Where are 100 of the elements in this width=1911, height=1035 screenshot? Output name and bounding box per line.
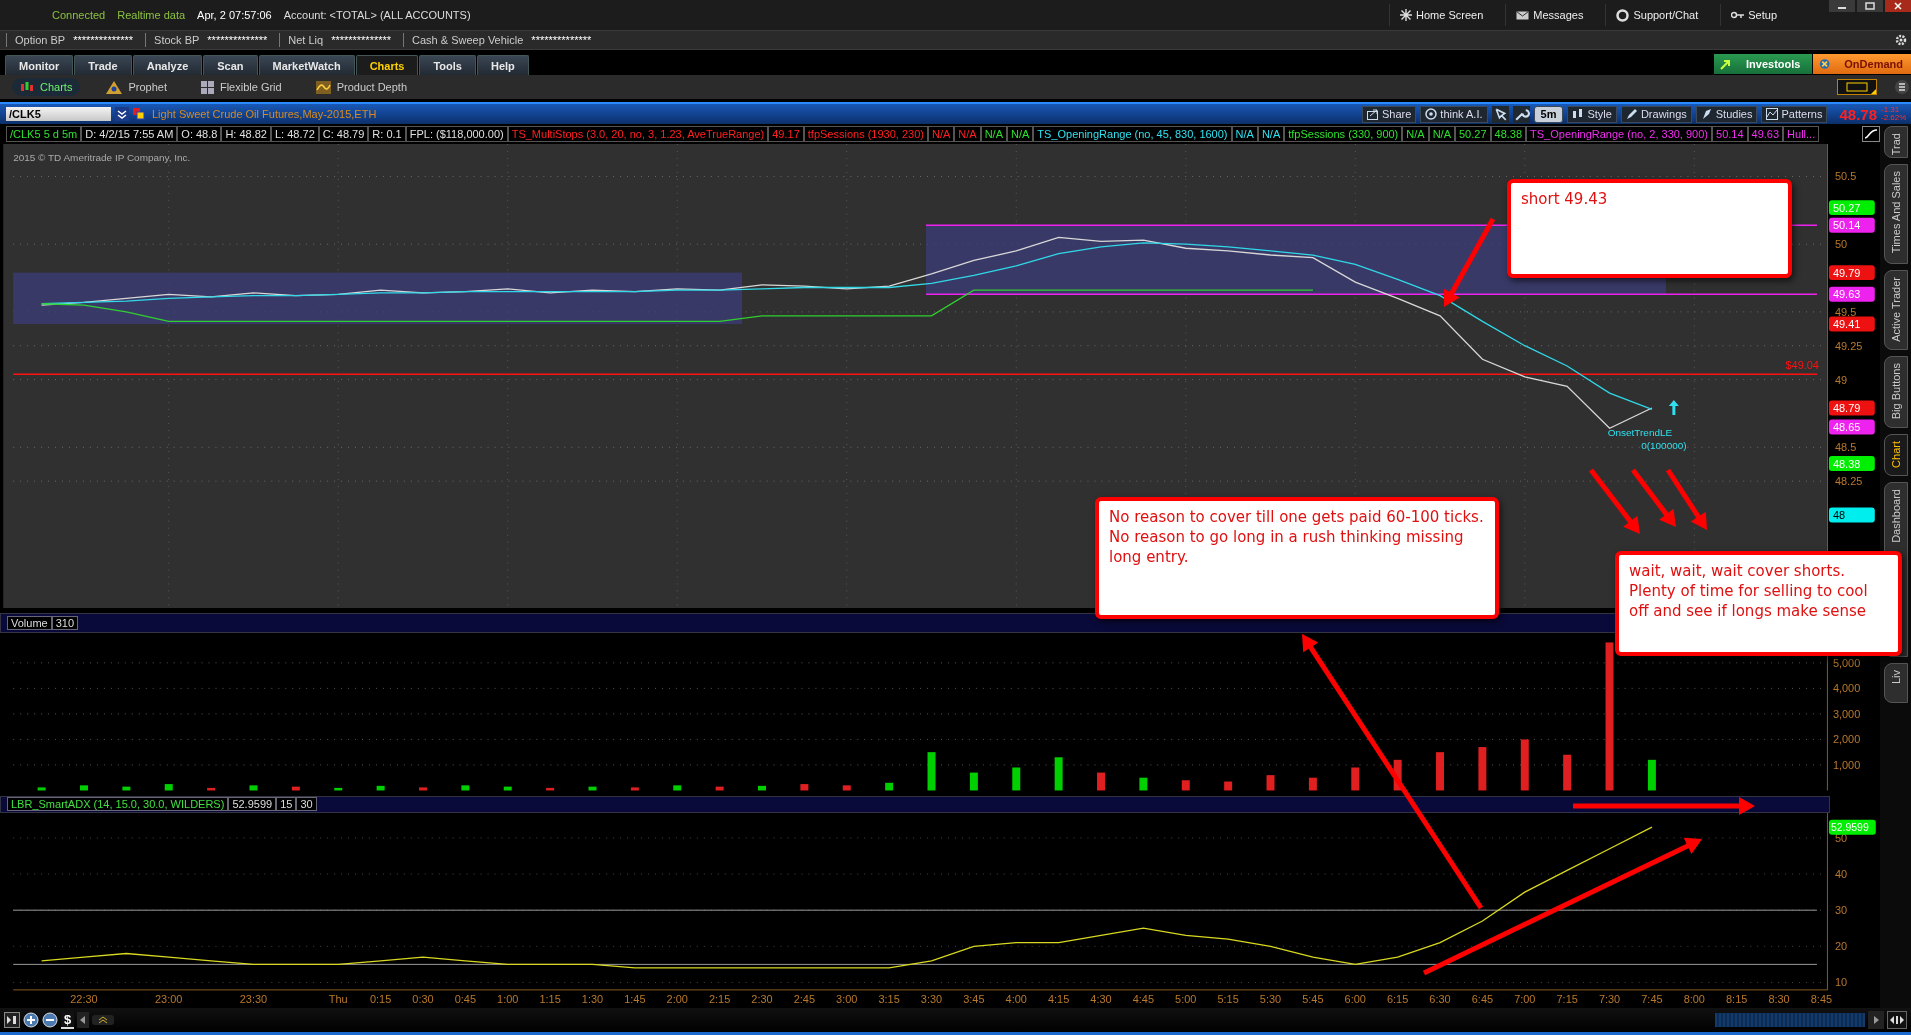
top-link[interactable]: Home Screen [1389, 4, 1494, 26]
nav-tab[interactable]: Help [477, 55, 529, 75]
interval-button[interactable]: 5m [1533, 105, 1564, 123]
volume-bar [758, 786, 766, 791]
value-tag: 52.9599 [1828, 819, 1876, 835]
side-tab[interactable]: Active Trader [1883, 270, 1908, 350]
nav-tab[interactable]: Trade [74, 55, 132, 75]
toolbar-button[interactable]: Style [1567, 105, 1617, 123]
nav-tab[interactable]: MarketWatch [258, 55, 355, 75]
investools-button[interactable]: Investools [1714, 54, 1812, 74]
sub-tab[interactable]: Flexible Grid [192, 78, 290, 96]
top-link[interactable]: Messages [1505, 4, 1594, 26]
time-label: 6:30 [1429, 993, 1451, 1006]
side-tab[interactable]: Times And Sales [1883, 164, 1908, 264]
balance-value: ************** [331, 34, 392, 46]
volume-bar [461, 785, 470, 791]
axis-label: 2,000 [1832, 733, 1861, 746]
toolbar-button[interactable]: Share [1362, 105, 1417, 123]
time-label: 5:00 [1175, 993, 1197, 1006]
volume-bar [1436, 752, 1444, 791]
layout-icon[interactable] [1837, 79, 1877, 95]
volume-bar [164, 784, 173, 791]
axis-label: 4,000 [1832, 682, 1861, 695]
balance-value: ************** [207, 34, 268, 46]
study-value: 50.14 [1712, 125, 1748, 142]
study-value: N/A [1428, 125, 1455, 142]
axis-label: 49 [1834, 373, 1848, 386]
share-icon [1367, 108, 1379, 120]
side-tab[interactable]: Liv [1883, 663, 1908, 703]
expand-up-icon[interactable] [92, 1015, 115, 1025]
top-link[interactable]: Support/Chat [1605, 4, 1709, 26]
zoom-in-icon[interactable] [23, 1012, 39, 1028]
axis-label: 40 [1834, 867, 1848, 880]
study-value: O: 48.8 [177, 125, 222, 142]
currency-button[interactable]: $ [61, 1011, 75, 1029]
signal-label: OnsetTrendLE [1607, 426, 1673, 438]
axis-label: 48.25 [1834, 475, 1863, 488]
time-label: 8:15 [1726, 993, 1748, 1006]
axis-label: 30 [1834, 903, 1848, 916]
settings-icon[interactable] [1895, 34, 1907, 46]
time-label: 2:45 [793, 993, 816, 1006]
minimize-icon[interactable] [1829, 0, 1855, 12]
volume-bar [885, 783, 894, 791]
toolbar-button[interactable]: Drawings [1620, 105, 1692, 123]
balance-label: Stock BP [154, 34, 200, 46]
sub-tab[interactable]: Product Depth [307, 78, 415, 96]
zoom-out-icon[interactable] [42, 1012, 58, 1028]
volume-bar [800, 784, 809, 791]
study-value: N/A [1007, 125, 1034, 142]
toolbar-button[interactable]: Studies [1695, 105, 1758, 123]
price-tag: 48.38 [1828, 456, 1875, 471]
volume-bar [503, 786, 512, 791]
scroll-left-icon[interactable] [77, 1012, 90, 1028]
list-icon[interactable] [1895, 80, 1909, 94]
ondemand-button[interactable]: OnDemand [1813, 54, 1911, 74]
scroll-right-icon[interactable] [1868, 1011, 1884, 1029]
side-tab[interactable]: Trad [1883, 126, 1908, 158]
toolbar-button[interactable]: Patterns [1761, 105, 1828, 123]
pencil-icon [1625, 108, 1638, 120]
sub-tab[interactable]: Prophet [98, 78, 175, 96]
panel-toggle-icon[interactable] [4, 1012, 20, 1028]
nav-tab[interactable]: Monitor [5, 55, 74, 75]
scrollbar[interactable] [1715, 1013, 1865, 1027]
arrow [1665, 468, 1707, 530]
resize-icon[interactable] [1887, 1011, 1907, 1029]
volume-bar [630, 787, 639, 791]
volume-bar [842, 785, 851, 791]
side-tab[interactable]: Chart [1883, 434, 1908, 476]
date-time: Apr, 2 07:57:06 [197, 9, 272, 21]
time-label: 3:00 [836, 993, 858, 1006]
time-label: 23:30 [239, 993, 268, 1006]
side-tab[interactable]: Big Buttons [1883, 356, 1908, 428]
time-label: 4:45 [1132, 993, 1155, 1006]
maximize-icon[interactable] [1857, 0, 1883, 12]
volume-bar [1097, 772, 1105, 791]
time-label: 8:30 [1768, 993, 1790, 1006]
nav-tab[interactable]: Tools [419, 55, 476, 75]
candlestick-icon [20, 81, 34, 93]
study-icon[interactable] [1862, 125, 1880, 142]
dropdown-icon[interactable] [115, 107, 129, 121]
close-icon[interactable] [1885, 0, 1911, 12]
panel-reading: 52.9599 [228, 797, 277, 812]
nav-tab[interactable]: Charts [355, 55, 419, 75]
toolbar-button[interactable]: think A.I. [1420, 105, 1488, 123]
account-selector[interactable]: Account: <TOTAL> (ALL ACCOUNTS) [283, 9, 471, 21]
volume-bar [419, 787, 427, 791]
instrument-description: Light Sweet Crude Oil Futures,May-2015,ETH [152, 108, 377, 120]
time-label: 23:00 [155, 993, 183, 1006]
time-label: 1:15 [539, 993, 561, 1006]
symbol-field[interactable]: /CLK5 [6, 107, 111, 121]
study-value: 49.63 [1747, 125, 1784, 142]
axis-label: 20 [1834, 940, 1848, 952]
time-label: 7:30 [1598, 993, 1621, 1006]
sub-tab[interactable]: Charts [12, 78, 81, 96]
globe-icon [1819, 57, 1831, 71]
axis-label: 50 [1834, 238, 1848, 251]
study-value: Hull... [1783, 125, 1820, 142]
top-link[interactable]: Setup [1720, 4, 1787, 26]
nav-tab[interactable]: Analyze [132, 55, 203, 75]
nav-tab[interactable]: Scan [203, 55, 258, 75]
